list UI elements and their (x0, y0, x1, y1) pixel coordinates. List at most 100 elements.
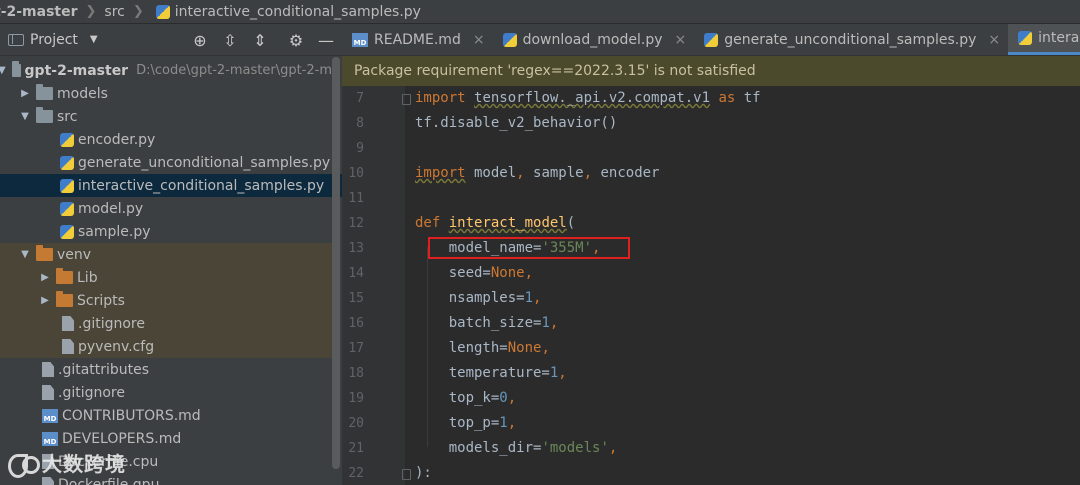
package-requirement-notification: Package requirement 'regex==2022.3.15' i… (342, 56, 1080, 86)
line-number: 14 (348, 266, 364, 281)
tree-item-label: DEVELOPERS.md (62, 430, 182, 447)
chevron-right-icon[interactable]: ▶ (18, 88, 32, 99)
folder-icon (11, 61, 21, 77)
chevron-down-icon[interactable]: ▼ (18, 249, 32, 260)
chevron-right-icon[interactable]: ▶ (38, 295, 52, 306)
code-line: seed=None, (415, 265, 534, 281)
fold-marker-icon[interactable] (402, 94, 411, 105)
tab-download-model-py[interactable]: download_model.py × (493, 24, 695, 55)
breadcrumb-file[interactable]: interactive_conditional_samples.py (175, 4, 421, 20)
tree-item-generate-unconditional-samples-py[interactable]: generate_unconditional_samples.py (0, 151, 332, 174)
chevron-right-icon: ❯ (85, 4, 97, 19)
python-file-icon (60, 178, 74, 193)
tree-item-interactive-conditional-samples-py[interactable]: interactive_conditional_samples.py (0, 174, 342, 197)
code-editor: MD README.md × download_model.py × gener… (342, 24, 1080, 485)
tab-label: download_model.py (522, 31, 663, 48)
code-line: models_dir='models', (415, 440, 618, 456)
line-number: 22 (348, 466, 364, 481)
file-icon (42, 477, 54, 485)
close-icon[interactable]: × (473, 32, 485, 48)
project-panel-header: Project ▼ ⊕ ⇳ ⇕ ⚙ — (0, 24, 342, 56)
tree-item-label: interactive_conditional_samples.py (78, 177, 325, 194)
python-file-icon (502, 32, 517, 47)
tree-item-lib[interactable]: ▶ Lib (0, 266, 332, 289)
folder-icon (56, 291, 73, 307)
tab-interactive-conditional-samples-py[interactable]: interactive_ (1008, 24, 1080, 55)
tree-item-gitignore[interactable]: .gitignore (0, 381, 332, 404)
chevron-down-icon[interactable]: ▼ (0, 65, 6, 76)
project-panel-title[interactable]: Project (30, 32, 78, 48)
chevron-right-icon[interactable]: ▶ (38, 272, 52, 283)
file-icon (42, 385, 54, 400)
close-icon[interactable]: × (988, 32, 1000, 48)
file-icon (62, 339, 74, 354)
project-panel-toolbar: ⊕ ⇳ ⇕ ⚙ — (190, 24, 336, 56)
tree-item-gitattributes[interactable]: .gitattributes (0, 358, 332, 381)
close-icon[interactable]: × (675, 32, 687, 48)
line-number: 9 (356, 141, 364, 156)
file-icon (42, 362, 54, 377)
python-file-icon (60, 224, 74, 239)
tree-item-label: CONTRIBUTORS.md (62, 407, 201, 424)
tree-item-venv[interactable]: ▼ venv (0, 243, 332, 266)
code-area[interactable]: 7 8 9 10 11 12 13 14 15 16 17 18 19 20 2… (342, 86, 1080, 485)
tab-generate-unconditional-samples-py[interactable]: generate_unconditional_samples.py × (694, 24, 1008, 55)
python-file-icon (60, 155, 74, 170)
navigation-breadcrumb: t-2-master ❯ src ❯ interactive_condition… (0, 0, 1080, 24)
tree-item-contributors-md[interactable]: MD CONTRIBUTORS.md (0, 404, 332, 427)
watermark: 大数跨境 (8, 448, 126, 478)
tree-item-scripts[interactable]: ▶ Scripts (0, 289, 332, 312)
chevron-down-icon[interactable]: ▼ (18, 111, 32, 122)
tree-item-label: sample.py (78, 223, 151, 240)
tree-item-sample-py[interactable]: sample.py (0, 220, 332, 243)
python-file-icon (155, 4, 170, 19)
code-line: top_k=0, (415, 390, 517, 406)
code-line: nsamples=1, (415, 290, 542, 306)
tree-item-label: Lib (77, 269, 98, 286)
tree-item-models[interactable]: ▶ models (0, 82, 332, 105)
expand-all-icon[interactable]: ⇳ (220, 30, 240, 50)
line-number: 10 (348, 166, 364, 181)
tree-item-gpt-2-master[interactable]: ▼ gpt-2-master D:\code\gpt-2-master\gpt-… (0, 59, 332, 82)
fold-marker-icon[interactable] (402, 469, 411, 480)
breadcrumb-src[interactable]: src (104, 4, 124, 20)
tree-item-developers-md[interactable]: MD DEVELOPERS.md (0, 427, 332, 450)
markdown-file-icon: MD (352, 32, 368, 47)
tree-item-label: .gitattributes (58, 361, 150, 378)
markdown-file-icon: MD (42, 408, 58, 423)
collapse-all-icon[interactable]: ⇕ (250, 30, 270, 50)
hide-panel-icon[interactable]: — (316, 30, 336, 50)
tree-item-model-py[interactable]: model.py (0, 197, 332, 220)
tree-item-src[interactable]: ▼ src (0, 105, 332, 128)
tab-readme-md[interactable]: MD README.md × (342, 24, 493, 55)
project-tool-window: Project ▼ ⊕ ⇳ ⇕ ⚙ — ▼ gpt-2-master D:\co… (0, 24, 342, 485)
breadcrumb-project[interactable]: t-2-master (0, 4, 78, 20)
tree-item-venv-gitignore[interactable]: .gitignore (0, 312, 332, 335)
editor-tab-bar: MD README.md × download_model.py × gener… (342, 24, 1080, 56)
tree-item-label: venv (57, 246, 92, 263)
tab-label: interactive_ (1038, 30, 1080, 46)
code-line: temperature=1, (415, 365, 567, 381)
project-icon (8, 33, 24, 46)
project-tree-scrollbar[interactable] (332, 57, 340, 469)
chevron-right-icon: ❯ (132, 4, 144, 19)
locate-file-icon[interactable]: ⊕ (190, 30, 210, 50)
tree-item-label: Scripts (77, 292, 125, 309)
python-file-icon (1018, 31, 1033, 45)
line-number: 7 (356, 91, 364, 106)
file-icon (62, 316, 74, 331)
code-line: length=None, (415, 340, 550, 356)
folder-icon (56, 268, 73, 284)
tree-item-encoder-py[interactable]: encoder.py (0, 128, 332, 151)
notification-text: Package requirement 'regex==2022.3.15' i… (354, 63, 756, 79)
line-number: 18 (348, 366, 364, 381)
python-file-icon (60, 132, 74, 147)
line-number: 20 (348, 416, 364, 431)
tree-item-label: .gitignore (58, 384, 125, 401)
markdown-file-icon: MD (42, 431, 58, 446)
tree-item-pyvenv-cfg[interactable]: pyvenv.cfg (0, 335, 332, 358)
tree-item-label: model.py (78, 200, 144, 217)
chevron-down-icon[interactable]: ▼ (90, 34, 98, 45)
gear-icon[interactable]: ⚙ (286, 30, 306, 50)
line-number: 13 (348, 241, 364, 256)
